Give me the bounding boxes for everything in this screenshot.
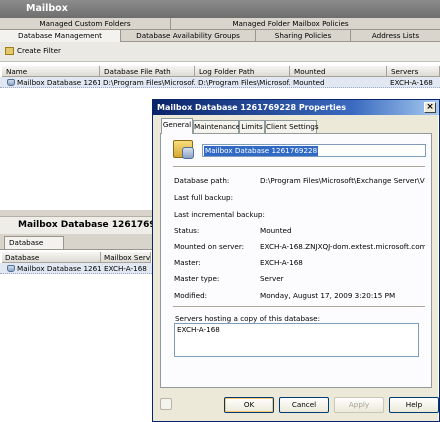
tab-database-management[interactable]: Database Management xyxy=(0,30,120,42)
filter-icon xyxy=(5,46,14,55)
column-header-log-path[interactable]: Log Folder Path xyxy=(195,66,290,77)
tab-row-sub: Database Management Database Availabilit… xyxy=(0,30,440,42)
ok-button[interactable]: OK xyxy=(224,397,274,413)
cell-database-text: Mailbox Database 1261... xyxy=(17,264,101,273)
cell-database: Mailbox Database 1261... xyxy=(4,263,101,274)
general-tab-panel: Mailbox Database 1261769228 Database pat… xyxy=(160,133,432,388)
toolbar: Create Filter xyxy=(0,42,440,62)
close-icon: × xyxy=(426,102,434,112)
cell-name-text: Mailbox Database 1261... xyxy=(17,78,100,87)
tab-sharing-policies[interactable]: Sharing Policies xyxy=(255,30,350,42)
value-modified: Monday, August 17, 2009 3:20:15 PM xyxy=(260,291,396,300)
value-mounted-on-server: EXCH-A-168.ZNJXQJ-dom.extest.microsoft.c… xyxy=(260,242,425,251)
label-master: Master: xyxy=(174,258,201,267)
label-modified: Modified: xyxy=(174,291,208,300)
database-icon xyxy=(7,265,15,272)
tab-client-settings[interactable]: Client Settings xyxy=(265,120,319,133)
close-button[interactable]: × xyxy=(424,102,436,113)
label-status: Status: xyxy=(174,226,200,235)
label-last-incremental-backup: Last incremental backup: xyxy=(174,210,265,219)
column-header-mounted[interactable]: Mounted xyxy=(290,66,387,77)
value-master-type: Server xyxy=(260,274,284,283)
tab-maintenance[interactable]: Maintenance xyxy=(193,120,240,133)
value-database-path: D:\Program Files\Microsoft\Exchange Serv… xyxy=(260,176,425,185)
tab-database-availability-groups[interactable]: Database Availability Groups xyxy=(120,30,255,42)
separator xyxy=(173,166,425,168)
cell-mounted: Mounted xyxy=(293,78,325,87)
cell-name: Mailbox Database 1261... xyxy=(4,77,100,88)
tab-row-top: Managed Custom Folders Managed Folder Ma… xyxy=(0,18,440,30)
tab-general[interactable]: General xyxy=(161,118,193,134)
help-button[interactable]: Help xyxy=(389,397,439,413)
mailbox-database-icon xyxy=(173,140,194,159)
apply-button[interactable]: Apply xyxy=(334,397,384,413)
cancel-button[interactable]: Cancel xyxy=(279,397,329,413)
cell-log-path: D:\Program Files\Microsof... xyxy=(198,78,290,87)
cell-servers: EXCH-A-168 xyxy=(390,78,433,87)
cell-mailbox-server: EXCH-A-168 xyxy=(104,264,147,273)
database-name-field[interactable]: Mailbox Database 1261769228 xyxy=(202,144,426,157)
value-master: EXCH-A-168 xyxy=(260,258,303,267)
tab-limits[interactable]: Limits xyxy=(239,120,265,133)
database-icon xyxy=(7,79,15,86)
tab-managed-custom-folders[interactable]: Managed Custom Folders xyxy=(0,18,170,30)
label-last-full-backup: Last full backup: xyxy=(174,193,234,202)
tab-database-copies[interactable]: Database Copies xyxy=(4,236,64,259)
tab-address-lists[interactable]: Address Lists xyxy=(350,30,440,42)
create-filter-button[interactable]: Create Filter xyxy=(5,46,61,55)
servers-label: Servers hosting a copy of this database: xyxy=(175,314,321,323)
list-item[interactable]: EXCH-A-168 xyxy=(177,325,416,334)
column-header-name[interactable]: Name xyxy=(2,66,100,77)
value-status: Mounted xyxy=(260,226,292,235)
dialog-title-bar[interactable]: Mailbox Database 1261769228 Properties × xyxy=(153,100,439,115)
column-header-mailbox-server[interactable]: Mailbox Server xyxy=(101,252,151,263)
column-header-file-path[interactable]: Database File Path xyxy=(100,66,195,77)
label-database-path: Database path: xyxy=(174,176,230,185)
separator xyxy=(173,306,425,308)
create-filter-label: Create Filter xyxy=(17,46,61,55)
console-header: Mailbox xyxy=(0,0,440,18)
table-row[interactable]: Mailbox Database 1261... D:\Program File… xyxy=(0,77,440,88)
column-header-servers[interactable]: Servers xyxy=(387,66,440,77)
servers-list[interactable]: EXCH-A-168 xyxy=(174,323,419,357)
properties-dialog: Mailbox Database 1261769228 Properties ×… xyxy=(152,99,440,422)
label-master-type: Master type: xyxy=(174,274,220,283)
help-icon xyxy=(160,398,172,410)
column-header-database[interactable]: Database xyxy=(2,252,101,263)
dialog-title: Mailbox Database 1261769228 Properties xyxy=(157,103,346,112)
label-mounted-on-server: Mounted on server: xyxy=(174,242,245,251)
console-title: Mailbox xyxy=(26,3,68,14)
detail-title: Mailbox Database 1261769228 xyxy=(18,220,175,230)
database-name-value: Mailbox Database 1261769228 xyxy=(204,146,319,156)
tab-managed-folder-mailbox-policies[interactable]: Managed Folder Mailbox Policies xyxy=(170,18,410,30)
cell-file-path: D:\Program Files\Microsof... xyxy=(103,78,195,87)
